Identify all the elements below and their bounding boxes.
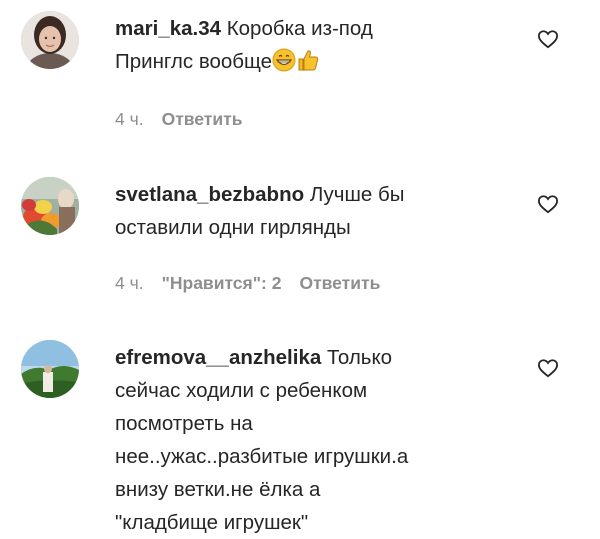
comment-username[interactable]: efremova__anzhelika — [115, 346, 321, 369]
comment-body: Лучше бы — [309, 183, 405, 206]
comment-text: efremova__anzhelika Только сейчас ходили… — [115, 341, 525, 539]
thumbs-up-emoji — [296, 48, 320, 72]
avatar-image — [21, 11, 79, 69]
avatar[interactable] — [21, 11, 79, 69]
comment-body: Только — [326, 346, 393, 369]
comment-time: 4 ч. — [115, 273, 144, 293]
comment-body: посмотреть на — [115, 412, 253, 435]
likes-count[interactable]: "Нравится": 2 — [162, 273, 282, 293]
heart-outline-icon[interactable] — [537, 194, 559, 214]
comment-time: 4 ч. — [115, 109, 144, 129]
reply-button[interactable]: Ответить — [299, 273, 380, 293]
comment-body: Коробка из-под — [226, 17, 373, 40]
avatar-image — [21, 177, 79, 235]
comment-body: внизу ветки.не ёлка а — [115, 478, 321, 501]
avatar[interactable] — [21, 340, 79, 398]
comment-body: сейчас ходили с ребенком — [115, 379, 368, 402]
comment-body: Принглс вообще — [115, 50, 273, 73]
comment-username[interactable]: mari_ka.34 — [115, 17, 221, 40]
comment-meta: 4 ч. Ответить — [115, 109, 260, 130]
heart-outline-icon[interactable] — [537, 358, 559, 378]
comment-text: mari_ka.34 Коробка из-под Принглс вообще — [115, 12, 525, 78]
heart-outline-icon[interactable] — [537, 29, 559, 49]
comment-body: "кладбище игрушек" — [115, 511, 309, 534]
reply-button[interactable]: Ответить — [162, 109, 243, 129]
avatar-image — [21, 340, 79, 398]
comment-username[interactable]: svetlana_bezbabno — [115, 183, 304, 206]
avatar[interactable] — [21, 177, 79, 235]
comment-meta: 4 ч. "Нравится": 2 Ответить — [115, 273, 398, 294]
comment-body: оставили одни гирлянды — [115, 216, 351, 239]
comment-body: нее..ужас..разбитые игрушки.а — [115, 445, 409, 468]
comment-text: svetlana_bezbabno Лучше бы оставили одни… — [115, 178, 525, 244]
grinning-face-emoji — [272, 48, 296, 72]
